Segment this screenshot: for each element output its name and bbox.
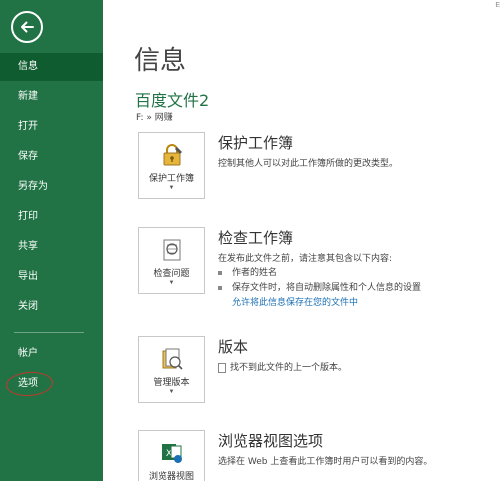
protect-workbook-label: 保护工作簿	[148, 174, 194, 184]
sidebar-item-info[interactable]: 信息	[0, 53, 103, 81]
back-button[interactable]	[11, 11, 43, 43]
sidebar-item-share[interactable]: 共享	[0, 233, 103, 261]
lock-key-icon	[163, 144, 182, 166]
protect-workbook-section: 保护工作簿 ▼ 保护工作簿 控制其他人可以对此工作簿所做的更改类型。	[138, 132, 500, 202]
file-name: 百度文件2	[135, 91, 210, 110]
check-issues-label: 检查问题	[153, 269, 190, 279]
file-path[interactable]: F: » 网赚	[136, 110, 173, 123]
browser-view-label: 浏览器视图	[148, 472, 194, 481]
browser-view-section: X 浏览器视图 浏览器视图选项 选择在 Web 上查看此工作簿时用户可以看到的内…	[138, 430, 500, 481]
inspect-workbook-section: 检查问题 ▼ 检查工作簿 在发布此文件之前，请注意其包含以下内容: 作者的姓名 …	[138, 227, 500, 312]
list-item: 作者的姓名	[218, 265, 277, 278]
versions-description: 找不到此文件的上一个版本。	[218, 360, 347, 373]
chevron-down-icon: ▼	[168, 185, 175, 191]
sidebar-item-open[interactable]: 打开	[0, 113, 103, 141]
page-title: 信息	[134, 46, 187, 76]
manage-versions-button[interactable]: 管理版本 ▼	[138, 336, 205, 403]
inspect-workbook-description: 在发布此文件之前，请注意其包含以下内容:	[218, 254, 393, 264]
sidebar-item-print[interactable]: 打印	[0, 203, 103, 231]
allow-save-info-link[interactable]: 允许将此信息保存在您的文件中	[232, 295, 358, 308]
versions-section: 管理版本 ▼ 版本 找不到此文件的上一个版本。	[138, 336, 500, 406]
sidebar-item-close[interactable]: 关闭	[0, 293, 103, 321]
protect-workbook-button[interactable]: 保护工作簿 ▼	[138, 132, 205, 199]
inspect-workbook-title: 检查工作簿	[218, 229, 294, 247]
document-icon	[218, 362, 226, 373]
chevron-down-icon: ▼	[168, 280, 175, 286]
check-issues-button[interactable]: 检查问题 ▼	[138, 227, 205, 294]
protect-workbook-title: 保护工作簿	[218, 134, 294, 152]
versions-title: 版本	[218, 338, 249, 356]
sidebar-item-new[interactable]: 新建	[0, 83, 103, 111]
backstage-sidebar: 信息 新建 打开 保存 另存为 打印 共享 导出 关闭 帐户 选项	[0, 0, 103, 481]
info-panel: E 信息 百度文件2 F: » 网赚 保护工作簿 ▼ 保护工作簿 控制其他人可以…	[103, 0, 502, 481]
manage-versions-label: 管理版本	[153, 378, 190, 388]
browser-view-button[interactable]: X 浏览器视图	[138, 430, 205, 481]
excel-browser-icon: X	[161, 444, 182, 463]
browser-view-title: 浏览器视图选项	[218, 432, 324, 450]
sidebar-item-export[interactable]: 导出	[0, 263, 103, 291]
version-history-icon	[162, 348, 183, 370]
sidebar-item-account[interactable]: 帐户	[0, 340, 103, 368]
corner-glyph: E	[495, 2, 500, 9]
sidebar-item-save-as[interactable]: 另存为	[0, 173, 103, 201]
sidebar-divider	[14, 332, 84, 333]
browser-view-description: 选择在 Web 上查看此工作簿时用户可以看到的内容。	[218, 457, 433, 467]
back-arrow-icon	[21, 21, 34, 33]
chevron-down-icon: ▼	[168, 389, 175, 395]
list-item: 保存文件时，将自动删除属性和个人信息的设置	[218, 280, 421, 293]
inspect-document-icon	[163, 239, 180, 261]
protect-workbook-description: 控制其他人可以对此工作簿所做的更改类型。	[218, 159, 399, 169]
sidebar-item-save[interactable]: 保存	[0, 143, 103, 171]
